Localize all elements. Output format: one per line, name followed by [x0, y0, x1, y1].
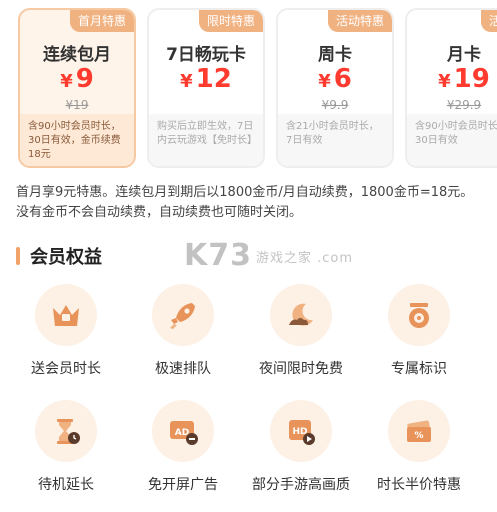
plan-original-price: ¥29.9 — [446, 98, 482, 112]
benefit-standby-extend[interactable]: 待机延长 — [11, 400, 121, 494]
plan-tag: 限时特惠 — [198, 10, 263, 32]
hourglass-icon — [35, 400, 97, 462]
benefit-exclusive-badge[interactable]: 专属标识 — [364, 284, 474, 378]
benefit-half-price[interactable]: % 时长半价特惠 — [364, 400, 474, 494]
moon-icon — [270, 284, 332, 346]
benefit-night-free[interactable]: 夜间限时免费 — [246, 284, 356, 378]
plan-description: 含90小时会员时长，30日有效 — [407, 114, 497, 166]
plan-tag: 活动 — [480, 10, 497, 32]
price-value: 9 — [75, 64, 94, 94]
svg-text:%: % — [414, 431, 423, 441]
plan-description: 含90小时会员时长，30日有效，金币续费18元 — [20, 114, 134, 166]
plan-description: 含21小时会员时长，7日有效 — [278, 114, 392, 166]
currency-symbol: ¥ — [180, 71, 193, 92]
benefit-fast-queue[interactable]: 极速排队 — [128, 284, 238, 378]
benefit-no-splash-ad[interactable]: AD 免开屏广告 — [128, 400, 238, 494]
benefits-grid: 送会员时长 极速排队 夜间限时免费 专属标识 待机延长 AD 免开屏广告 HD — [0, 284, 497, 512]
plan-name: 7日畅玩卡 — [166, 45, 246, 65]
price-value: 6 — [333, 64, 352, 94]
renewal-notice: 首月享9元特惠。连续包月到期后以1800金币/月自动续费，1800金币=18元。… — [16, 185, 474, 220]
benefits-heading: 会员权益 — [16, 244, 102, 268]
plan-name: 周卡 — [318, 45, 352, 65]
coupon-icon: % — [388, 400, 450, 462]
plan-price: ¥19 — [407, 64, 497, 94]
plan-carousel[interactable]: 首月特惠 连续包月 ¥9 ¥19 含90小时会员时长，30日有效，金币续费18元… — [0, 0, 497, 175]
watermark-sub: 游戏之家 .com — [256, 251, 354, 266]
plan-card-monthly-auto[interactable]: 首月特惠 连续包月 ¥9 ¥19 含90小时会员时长，30日有效，金币续费18元 — [18, 8, 136, 168]
benefit-label: 免开屏广告 — [148, 477, 218, 493]
price-value: 19 — [453, 64, 490, 94]
rocket-icon — [152, 284, 214, 346]
watermark-logo: K73 — [184, 238, 252, 273]
benefit-member-time[interactable]: 送会员时长 — [11, 284, 121, 378]
plan-name: 连续包月 — [43, 45, 111, 65]
benefit-label: 部分手游高画质 — [252, 477, 350, 493]
plan-price: ¥6 — [278, 64, 392, 94]
currency-symbol: ¥ — [318, 71, 331, 92]
currency-symbol: ¥ — [60, 71, 73, 92]
plan-card-monthly[interactable]: 活动 月卡 ¥19 ¥29.9 含90小时会员时长，30日有效 — [405, 8, 497, 168]
benefits-heading-text: 会员权益 — [30, 247, 102, 268]
plan-description: 购买后立即生效，7日内云玩游戏【免时长】 — [149, 114, 263, 166]
benefit-label: 时长半价特惠 — [377, 477, 461, 493]
benefit-label: 待机延长 — [38, 477, 94, 493]
benefit-label: 极速排队 — [155, 361, 211, 377]
plan-price: ¥12 — [149, 64, 263, 94]
currency-symbol: ¥ — [438, 71, 451, 92]
benefit-label: 送会员时长 — [31, 361, 101, 377]
plan-tag: 首月特惠 — [69, 10, 134, 32]
badge-icon — [388, 284, 450, 346]
ad-icon: AD — [152, 400, 214, 462]
benefit-label: 夜间限时免费 — [259, 361, 343, 377]
benefit-hd-graphics[interactable]: HD 部分手游高画质 — [246, 400, 356, 494]
plan-original-price: ¥9.9 — [321, 98, 349, 112]
plan-tag: 活动特惠 — [327, 10, 392, 32]
plan-original-price: ¥19 — [65, 98, 89, 112]
benefit-label: 专属标识 — [391, 361, 447, 377]
price-value: 12 — [195, 64, 232, 94]
plan-name: 月卡 — [447, 45, 481, 65]
plan-price: ¥9 — [20, 64, 134, 94]
watermark: K73 游戏之家 .com — [184, 238, 353, 273]
plan-card-weekly[interactable]: 活动特惠 周卡 ¥6 ¥9.9 含21小时会员时长，7日有效 — [276, 8, 394, 168]
crown-icon — [35, 284, 97, 346]
heading-accent-bar — [16, 247, 20, 265]
plan-card-7day[interactable]: 限时特惠 7日畅玩卡 ¥12 购买后立即生效，7日内云玩游戏【免时长】 — [147, 8, 265, 168]
hd-icon: HD — [270, 400, 332, 462]
